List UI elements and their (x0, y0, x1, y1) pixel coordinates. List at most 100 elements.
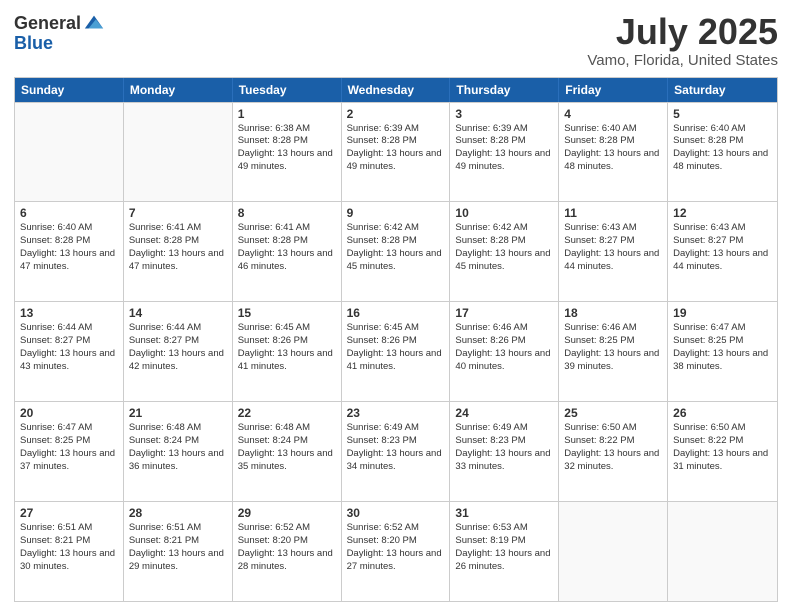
day-info: Sunrise: 6:44 AM Sunset: 8:27 PM Dayligh… (20, 322, 118, 373)
calendar-row: 13 Sunrise: 6:44 AM Sunset: 8:27 PM Dayli… (15, 301, 777, 401)
calendar-cell: 31 Sunrise: 6:53 AM Sunset: 8:19 PM Dayli… (450, 502, 559, 601)
logo: General Blue (14, 12, 105, 52)
day-number: 12 (673, 206, 772, 220)
day-number: 18 (564, 306, 662, 320)
calendar-cell: 29 Sunrise: 6:52 AM Sunset: 8:20 PM Dayli… (233, 502, 342, 601)
day-info: Sunrise: 6:46 AM Sunset: 8:26 PM Dayligh… (455, 322, 553, 373)
day-number: 29 (238, 506, 336, 520)
day-info: Sunrise: 6:49 AM Sunset: 8:23 PM Dayligh… (455, 422, 553, 473)
day-number: 22 (238, 406, 336, 420)
day-info: Sunrise: 6:50 AM Sunset: 8:22 PM Dayligh… (564, 422, 662, 473)
calendar-cell: 26 Sunrise: 6:50 AM Sunset: 8:22 PM Dayli… (668, 402, 777, 501)
logo-row: General (14, 12, 105, 34)
day-info: Sunrise: 6:39 AM Sunset: 8:28 PM Dayligh… (347, 123, 445, 174)
day-info: Sunrise: 6:40 AM Sunset: 8:28 PM Dayligh… (20, 222, 118, 273)
calendar-row: 6 Sunrise: 6:40 AM Sunset: 8:28 PM Daylig… (15, 201, 777, 301)
day-info: Sunrise: 6:48 AM Sunset: 8:24 PM Dayligh… (129, 422, 227, 473)
calendar-cell (668, 502, 777, 601)
title-area: July 2025 Vamo, Florida, United States (587, 12, 778, 69)
day-number: 27 (20, 506, 118, 520)
calendar-cell: 5 Sunrise: 6:40 AM Sunset: 8:28 PM Daylig… (668, 103, 777, 202)
day-number: 20 (20, 406, 118, 420)
day-number: 21 (129, 406, 227, 420)
day-number: 26 (673, 406, 772, 420)
day-number: 3 (455, 107, 553, 121)
calendar-cell: 25Sunrise: 6:50 AM Sunset: 8:22 PM Dayli… (559, 402, 668, 501)
weekday-header: Monday (124, 78, 233, 102)
day-info: Sunrise: 6:52 AM Sunset: 8:20 PM Dayligh… (238, 522, 336, 573)
calendar-header: SundayMondayTuesdayWednesdayThursdayFrid… (15, 78, 777, 102)
calendar-cell: 19 Sunrise: 6:47 AM Sunset: 8:25 PM Dayli… (668, 302, 777, 401)
calendar-cell: 18Sunrise: 6:46 AM Sunset: 8:25 PM Dayli… (559, 302, 668, 401)
day-info: Sunrise: 6:41 AM Sunset: 8:28 PM Dayligh… (129, 222, 227, 273)
day-number: 30 (347, 506, 445, 520)
calendar-row: 20Sunrise: 6:47 AM Sunset: 8:25 PM Dayli… (15, 401, 777, 501)
calendar-cell (15, 103, 124, 202)
calendar-body: 1Sunrise: 6:38 AM Sunset: 8:28 PM Daylig… (15, 102, 777, 601)
day-info: Sunrise: 6:45 AM Sunset: 8:26 PM Dayligh… (347, 322, 445, 373)
calendar-cell: 23Sunrise: 6:49 AM Sunset: 8:23 PM Dayli… (342, 402, 451, 501)
day-info: Sunrise: 6:43 AM Sunset: 8:27 PM Dayligh… (564, 222, 662, 273)
calendar-cell (124, 103, 233, 202)
calendar-cell: 17 Sunrise: 6:46 AM Sunset: 8:26 PM Dayli… (450, 302, 559, 401)
calendar-cell: 2 Sunrise: 6:39 AM Sunset: 8:28 PM Daylig… (342, 103, 451, 202)
calendar-cell: 20Sunrise: 6:47 AM Sunset: 8:25 PM Dayli… (15, 402, 124, 501)
day-info: Sunrise: 6:43 AM Sunset: 8:27 PM Dayligh… (673, 222, 772, 273)
page: General Blue July 2025 Vamo, Florida, Un… (0, 0, 792, 612)
weekday-header: Tuesday (233, 78, 342, 102)
calendar-cell: 27 Sunrise: 6:51 AM Sunset: 8:21 PM Dayli… (15, 502, 124, 601)
weekday-header: Saturday (668, 78, 777, 102)
weekday-header: Thursday (450, 78, 559, 102)
day-number: 15 (238, 306, 336, 320)
logo-icon (83, 12, 105, 34)
day-number: 4 (564, 107, 662, 121)
day-info: Sunrise: 6:51 AM Sunset: 8:21 PM Dayligh… (20, 522, 118, 573)
calendar-cell: 8Sunrise: 6:41 AM Sunset: 8:28 PM Daylig… (233, 202, 342, 301)
day-number: 23 (347, 406, 445, 420)
calendar-cell (559, 502, 668, 601)
day-number: 19 (673, 306, 772, 320)
weekday-header: Wednesday (342, 78, 451, 102)
calendar-cell: 1Sunrise: 6:38 AM Sunset: 8:28 PM Daylig… (233, 103, 342, 202)
day-info: Sunrise: 6:40 AM Sunset: 8:28 PM Dayligh… (673, 123, 772, 174)
calendar-cell: 9 Sunrise: 6:42 AM Sunset: 8:28 PM Daylig… (342, 202, 451, 301)
logo-general: General (14, 14, 81, 32)
day-number: 31 (455, 506, 553, 520)
calendar-cell: 7Sunrise: 6:41 AM Sunset: 8:28 PM Daylig… (124, 202, 233, 301)
day-number: 2 (347, 107, 445, 121)
day-number: 9 (347, 206, 445, 220)
day-number: 6 (20, 206, 118, 220)
calendar-cell: 30 Sunrise: 6:52 AM Sunset: 8:20 PM Dayli… (342, 502, 451, 601)
day-number: 14 (129, 306, 227, 320)
day-number: 16 (347, 306, 445, 320)
day-number: 11 (564, 206, 662, 220)
day-number: 24 (455, 406, 553, 420)
day-info: Sunrise: 6:40 AM Sunset: 8:28 PM Dayligh… (564, 123, 662, 174)
calendar-cell: 24 Sunrise: 6:49 AM Sunset: 8:23 PM Dayli… (450, 402, 559, 501)
day-info: Sunrise: 6:42 AM Sunset: 8:28 PM Dayligh… (455, 222, 553, 273)
day-number: 17 (455, 306, 553, 320)
day-info: Sunrise: 6:45 AM Sunset: 8:26 PM Dayligh… (238, 322, 336, 373)
day-info: Sunrise: 6:50 AM Sunset: 8:22 PM Dayligh… (673, 422, 772, 473)
weekday-header: Sunday (15, 78, 124, 102)
calendar-cell: 22Sunrise: 6:48 AM Sunset: 8:24 PM Dayli… (233, 402, 342, 501)
day-info: Sunrise: 6:51 AM Sunset: 8:21 PM Dayligh… (129, 522, 227, 573)
month-title: July 2025 (587, 12, 778, 52)
day-number: 5 (673, 107, 772, 121)
calendar-row: 27 Sunrise: 6:51 AM Sunset: 8:21 PM Dayli… (15, 501, 777, 601)
day-info: Sunrise: 6:52 AM Sunset: 8:20 PM Dayligh… (347, 522, 445, 573)
day-info: Sunrise: 6:42 AM Sunset: 8:28 PM Dayligh… (347, 222, 445, 273)
day-info: Sunrise: 6:47 AM Sunset: 8:25 PM Dayligh… (673, 322, 772, 373)
weekday-header: Friday (559, 78, 668, 102)
day-info: Sunrise: 6:53 AM Sunset: 8:19 PM Dayligh… (455, 522, 553, 573)
day-number: 13 (20, 306, 118, 320)
calendar-cell: 10 Sunrise: 6:42 AM Sunset: 8:28 PM Dayli… (450, 202, 559, 301)
calendar-cell: 14Sunrise: 6:44 AM Sunset: 8:27 PM Dayli… (124, 302, 233, 401)
day-info: Sunrise: 6:39 AM Sunset: 8:28 PM Dayligh… (455, 123, 553, 174)
calendar-cell: 11 Sunrise: 6:43 AM Sunset: 8:27 PM Dayli… (559, 202, 668, 301)
calendar-cell: 3 Sunrise: 6:39 AM Sunset: 8:28 PM Daylig… (450, 103, 559, 202)
calendar-cell: 4 Sunrise: 6:40 AM Sunset: 8:28 PM Daylig… (559, 103, 668, 202)
header: General Blue July 2025 Vamo, Florida, Un… (14, 12, 778, 69)
calendar-cell: 13 Sunrise: 6:44 AM Sunset: 8:27 PM Dayli… (15, 302, 124, 401)
day-number: 10 (455, 206, 553, 220)
